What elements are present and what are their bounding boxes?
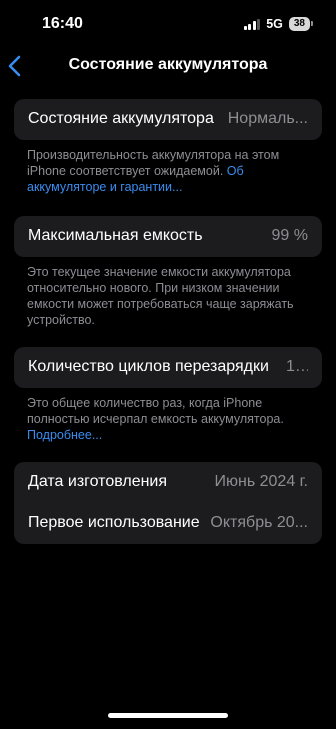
max-capacity-label: Максимальная емкость	[28, 227, 203, 244]
max-capacity-footer: Это текущее значение емкости аккумулятор…	[27, 265, 294, 327]
max-capacity-card: Максимальная емкость 99 %	[14, 216, 322, 257]
cycle-count-footer-text: Это общее количество раз, когда iPhone п…	[27, 396, 284, 426]
cycle-count-label: Количество циклов перезарядки	[28, 358, 269, 375]
cellular-signal-icon	[243, 18, 261, 30]
status-icons: 5G 38	[243, 17, 314, 31]
cycle-count-row: Количество циклов перезарядки 1...	[14, 347, 322, 388]
learn-more-link[interactable]: Подробнее...	[27, 428, 102, 442]
first-use-label: Первое использование	[28, 514, 200, 531]
cycle-count-footer: Это общее количество раз, когда iPhone п…	[27, 395, 307, 443]
page-title: Состояние аккумулятора	[68, 56, 268, 73]
status-time: 16:40	[42, 15, 83, 32]
battery-level: 38	[293, 18, 305, 29]
manufacture-date-row: Дата изготовления Июнь 2024 г.	[14, 462, 322, 503]
battery-health-card: Состояние аккумулятора Нормаль...	[14, 99, 322, 140]
battery-health-label: Состояние аккумулятора	[28, 110, 214, 127]
network-type: 5G	[266, 17, 283, 31]
first-use-row: Первое использование Октябрь 20...	[14, 503, 322, 544]
home-indicator[interactable]	[108, 713, 228, 718]
status-bar: 16:40 5G 38	[0, 0, 336, 48]
battery-icon: 38	[288, 17, 314, 31]
navigation-bar: Состояние аккумулятора	[0, 48, 336, 82]
dates-card: Дата изготовления Июнь 2024 г. Первое ис…	[14, 462, 322, 544]
max-capacity-row: Максимальная емкость 99 %	[14, 216, 322, 257]
max-capacity-value: 99 %	[271, 227, 308, 244]
battery-health-row[interactable]: Состояние аккумулятора Нормаль...	[14, 99, 322, 140]
manufacture-date-value: Июнь 2024 г.	[214, 473, 308, 490]
battery-health-footer: Производительность аккумулятора на этом …	[27, 147, 307, 195]
first-use-value: Октябрь 20...	[210, 514, 308, 531]
cycle-count-card: Количество циклов перезарядки 1...	[14, 347, 322, 388]
manufacture-date-label: Дата изготовления	[28, 473, 168, 490]
battery-health-value: Нормаль...	[227, 110, 308, 127]
cycle-count-value: 1...	[286, 358, 308, 375]
